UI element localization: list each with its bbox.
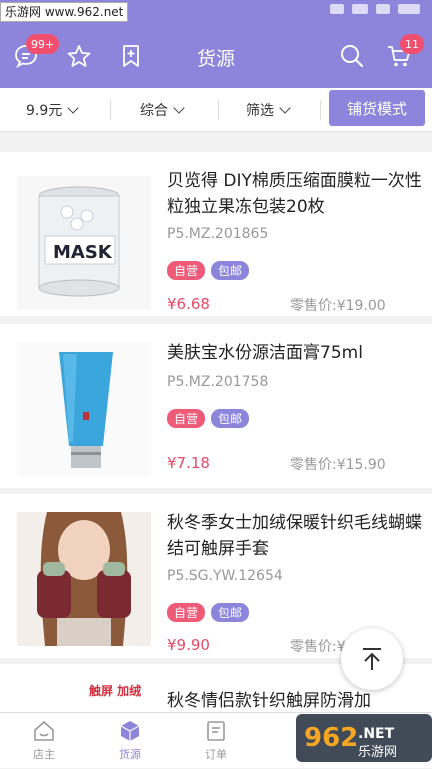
arrow-up-icon	[363, 648, 381, 670]
order-icon	[207, 721, 225, 741]
top-header: 99+ 货源 11	[0, 24, 432, 88]
filter-dropdown[interactable]: 筛选	[246, 88, 291, 132]
product-title: 美肤宝水份源洁面膏75ml	[167, 343, 363, 363]
free-shipping-tag: 包邮	[211, 409, 249, 428]
product-code: P5.MZ.201865	[167, 226, 269, 242]
self-operated-tag: 自营	[167, 603, 205, 622]
product-image	[17, 512, 151, 646]
watermark-logo-number: 962	[304, 723, 358, 753]
tab-supply[interactable]: 货源	[90, 713, 170, 769]
status-bar: 乐游网 www.962.net	[0, 0, 432, 24]
free-shipping-tag: 包邮	[211, 603, 249, 622]
home-icon	[34, 721, 54, 741]
filter-dropdown-label: 筛选	[246, 103, 274, 119]
svg-text:MASK: MASK	[53, 242, 113, 263]
wifi-icon	[376, 4, 390, 14]
product-code: P5.SG.YW.12654	[167, 568, 283, 584]
mask-jar-image: MASK	[17, 176, 151, 310]
product-image	[17, 342, 151, 476]
product-price: ¥9.90	[167, 636, 210, 654]
watermark-logo-name: 乐游网	[358, 745, 397, 760]
status-icons	[330, 4, 420, 14]
divider	[218, 100, 219, 120]
battery-icon	[398, 4, 420, 14]
watermark-logo-suffix: .NET	[358, 726, 395, 742]
product-price: ¥6.68	[167, 295, 210, 313]
product-image-caption: 触屏 加绒	[89, 684, 142, 698]
product-title: 贝览得 DIY棉质压缩面膜粒一次性粒独立果冻包装20枚	[167, 171, 422, 217]
cleanser-tube-image	[17, 342, 151, 476]
back-to-top-button[interactable]	[341, 628, 403, 690]
chevron-down-icon	[279, 101, 291, 114]
retail-price: 零售价:¥19.00	[290, 298, 386, 314]
free-shipping-tag: 包邮	[211, 261, 249, 280]
gloves-model-image	[17, 512, 151, 646]
search-icon	[341, 45, 364, 68]
product-code: P5.MZ.201758	[167, 374, 269, 390]
watermark-logo: 962 .NET 乐游网	[296, 714, 432, 762]
tab-orders[interactable]: 订单	[176, 713, 256, 769]
divider	[110, 100, 111, 120]
retail-price: 零售价:¥15.90	[290, 457, 386, 473]
tab-label: 店主	[33, 748, 55, 761]
product-title: 秋冬季女士加绒保暖针织毛线蝴蝶结可触屏手套	[167, 513, 422, 559]
product-price: ¥7.18	[167, 454, 210, 472]
watermark-label: 乐游网 www.962.net	[0, 2, 129, 22]
price-filter-label: 9.9元	[26, 103, 63, 119]
distribution-mode-button[interactable]: 铺货模式	[329, 90, 425, 126]
tab-label: 订单	[205, 748, 227, 761]
sort-filter[interactable]: 综合	[140, 88, 185, 132]
price-filter[interactable]: 9.9元	[26, 88, 79, 132]
self-operated-tag: 自营	[167, 261, 205, 280]
search-button[interactable]	[336, 40, 368, 72]
tab-shop-owner[interactable]: 店主	[4, 713, 84, 769]
product-card[interactable]: 美肤宝水份源洁面膏75ml P5.MZ.201758 自营 包邮 ¥7.18 零…	[0, 324, 432, 488]
chevron-down-icon	[67, 101, 79, 114]
tab-label: 货源	[119, 748, 141, 761]
cart-badge: 11	[400, 34, 424, 54]
signal-icon	[352, 4, 368, 14]
divider	[320, 100, 321, 120]
box-icon	[120, 721, 140, 741]
product-image: MASK	[17, 176, 151, 310]
alarm-icon	[330, 4, 344, 14]
self-operated-tag: 自营	[167, 409, 205, 428]
product-card[interactable]: MASK 贝览得 DIY棉质压缩面膜粒一次性粒独立果冻包装20枚 P5.MZ.2…	[0, 152, 432, 316]
sort-filter-label: 综合	[140, 103, 168, 119]
chevron-down-icon	[173, 101, 185, 114]
